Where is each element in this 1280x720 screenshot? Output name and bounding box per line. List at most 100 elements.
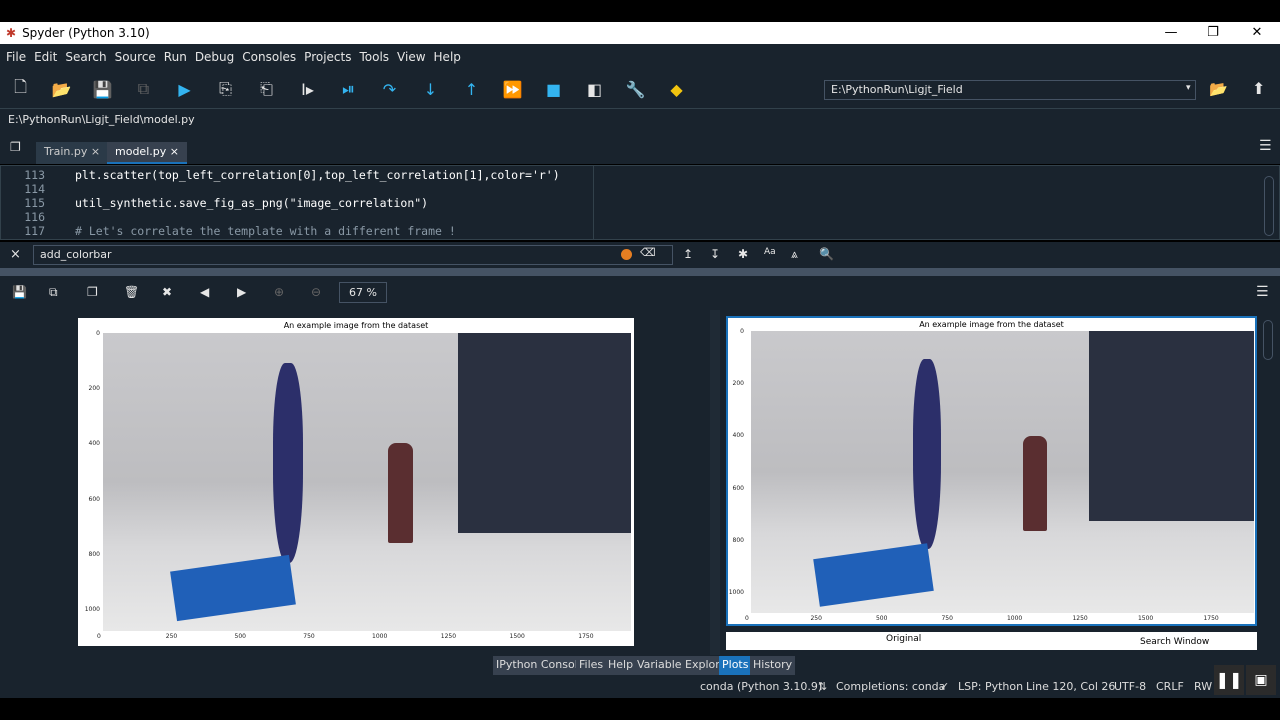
- find-previous-icon[interactable]: ↥: [683, 247, 693, 261]
- menu-projects[interactable]: Projects: [304, 50, 351, 64]
- cwd-dropdown-icon[interactable]: ▾: [1186, 83, 1191, 93]
- minimize-button[interactable]: —: [1150, 22, 1192, 44]
- editor-scrollbar[interactable]: [1264, 176, 1274, 236]
- clear-find-icon[interactable]: ⌫: [640, 246, 656, 259]
- previous-plot-icon[interactable]: ◀: [200, 285, 209, 299]
- browse-folder-icon[interactable]: 📂: [1209, 80, 1228, 98]
- close-tab-icon[interactable]: ×: [91, 145, 100, 158]
- whole-word-icon[interactable]: ⩓: [791, 247, 798, 262]
- zoom-in-icon[interactable]: ⊕: [274, 285, 284, 299]
- main-figure[interactable]: An example image from the dataset 0 200 40…: [78, 318, 634, 646]
- maximize-pane-icon[interactable]: ◧: [574, 80, 615, 99]
- close-tab-icon[interactable]: ×: [170, 145, 179, 158]
- status-mode: RW: [1194, 680, 1213, 693]
- status-position: Line 120, Col 26: [1026, 680, 1116, 693]
- open-file-icon[interactable]: 📂: [41, 80, 82, 99]
- x-tick-label: 750: [941, 615, 953, 622]
- y-tick-label: 0: [740, 328, 744, 335]
- file-path: E:\PythonRun\Ligjt_Field\model.py: [0, 108, 1280, 132]
- python-path-icon[interactable]: ◆: [656, 80, 697, 99]
- y-tick-label: 200: [732, 380, 744, 388]
- x-tick-label: 1500: [509, 633, 525, 640]
- zoom-out-icon[interactable]: ⊖: [311, 285, 321, 299]
- remove-all-plots-icon[interactable]: ✖: [162, 285, 172, 299]
- working-directory-field[interactable]: E:\PythonRun\Ligjt_Field: [824, 80, 1196, 100]
- code-line[interactable]: plt.scatter(top_left_correlation[0],top_…: [75, 168, 560, 182]
- tab-plots[interactable]: Plots: [719, 656, 752, 675]
- find-next-icon[interactable]: ↧: [710, 247, 720, 261]
- save-all-plots-icon[interactable]: ⧉: [49, 285, 58, 300]
- copy-plot-icon[interactable]: ❐: [87, 285, 98, 299]
- x-tick-label: 1500: [1137, 615, 1154, 622]
- picture-in-picture-icon[interactable]: ▣: [1246, 665, 1276, 695]
- tab-label: model.py: [115, 145, 167, 158]
- find-input[interactable]: add_colorbar: [33, 245, 673, 265]
- save-plot-icon[interactable]: 💾: [12, 285, 27, 299]
- x-tick-label: 0: [745, 615, 749, 622]
- menu-help[interactable]: Help: [434, 50, 461, 64]
- menu-consoles[interactable]: Consoles: [242, 50, 296, 64]
- tab-label: Train.py: [44, 145, 88, 158]
- new-file-icon[interactable]: 🗋: [0, 76, 41, 103]
- menu-run[interactable]: Run: [164, 50, 187, 64]
- step-out-icon[interactable]: ↑: [451, 80, 492, 99]
- save-all-icon[interactable]: ⧉: [123, 79, 164, 99]
- run-selection-icon[interactable]: I▸: [287, 80, 328, 99]
- run-cell-icon[interactable]: ⎘: [205, 79, 246, 99]
- tab-history[interactable]: History: [750, 656, 796, 675]
- case-sensitive-icon[interactable]: Aa: [764, 247, 776, 257]
- run-icon[interactable]: ▶: [164, 80, 205, 99]
- tab-help[interactable]: Help: [605, 656, 637, 675]
- code-comment[interactable]: # Let's correlate the template with a di…: [75, 224, 456, 238]
- menu-search[interactable]: Search: [65, 50, 106, 64]
- close-find-icon[interactable]: ×: [10, 247, 21, 262]
- menu-view[interactable]: View: [397, 50, 425, 64]
- stop-icon[interactable]: ■: [533, 80, 574, 99]
- plots-options-icon[interactable]: ☰: [1256, 284, 1269, 300]
- step-into-icon[interactable]: ↓: [410, 80, 451, 99]
- x-tick-label: 1250: [440, 633, 457, 640]
- lsp-check-icon: ✓: [940, 680, 950, 693]
- zoom-level-field[interactable]: 67 %: [339, 282, 387, 303]
- maximize-button[interactable]: ❐: [1192, 22, 1234, 44]
- code-editor[interactable]: 113 plt.scatter(top_left_correlation[0],…: [0, 165, 1280, 240]
- close-button[interactable]: ✕: [1236, 22, 1278, 44]
- y-tick-label: 400: [732, 432, 744, 440]
- options-menu-icon[interactable]: ☰: [1259, 138, 1272, 154]
- box-shape: [170, 554, 296, 622]
- search-selection-icon[interactable]: 🔍: [819, 247, 834, 261]
- tab-train-py[interactable]: Train.py ×: [36, 142, 109, 164]
- tab-ipython-console[interactable]: IPython Console: [493, 656, 588, 675]
- editor-tabs: ❐ Train.py × model.py × ☰: [0, 132, 1280, 164]
- menu-edit[interactable]: Edit: [34, 50, 57, 64]
- code-line[interactable]: util_synthetic.save_fig_as_png("image_co…: [75, 196, 428, 210]
- regex-icon[interactable]: ✱: [738, 247, 748, 261]
- tab-files[interactable]: Files: [576, 656, 607, 675]
- menu-tools[interactable]: Tools: [359, 50, 389, 64]
- menu-file[interactable]: File: [6, 50, 26, 64]
- browse-tabs-icon[interactable]: ❐: [10, 140, 21, 154]
- tab-model-py[interactable]: model.py ×: [107, 142, 187, 164]
- run-cell-advance-icon[interactable]: ⎗: [246, 79, 287, 99]
- plots-scrollbar[interactable]: [1263, 320, 1273, 360]
- continue-icon[interactable]: ⏩: [492, 80, 533, 99]
- parent-directory-icon[interactable]: ⬆: [1252, 79, 1265, 98]
- y-tick-label: 800: [88, 550, 100, 558]
- status-lsp: LSP: Python: [958, 680, 1024, 693]
- x-tick-label: 1750: [1203, 615, 1219, 622]
- pause-icon[interactable]: ❚❚: [1214, 665, 1244, 695]
- x-tick-label: 0: [97, 633, 101, 640]
- remove-plot-icon[interactable]: 🗑: [124, 285, 139, 299]
- save-icon[interactable]: 💾: [82, 80, 123, 99]
- next-plot-icon[interactable]: ▶: [237, 285, 246, 299]
- step-over-icon[interactable]: ↷: [369, 80, 410, 99]
- status-eol: CRLF: [1156, 680, 1184, 693]
- pane-splitter[interactable]: [0, 268, 1280, 276]
- debug-icon[interactable]: ⏯: [328, 79, 369, 99]
- next-figure-thumbnail[interactable]: Original Search Window: [726, 632, 1257, 650]
- secondary-figure[interactable]: An example image from the dataset 0 200 40…: [726, 316, 1257, 626]
- plots-splitter[interactable]: [710, 310, 720, 655]
- menu-source[interactable]: Source: [115, 50, 156, 64]
- preferences-wrench-icon[interactable]: 🔧: [615, 80, 656, 99]
- menu-debug[interactable]: Debug: [195, 50, 234, 64]
